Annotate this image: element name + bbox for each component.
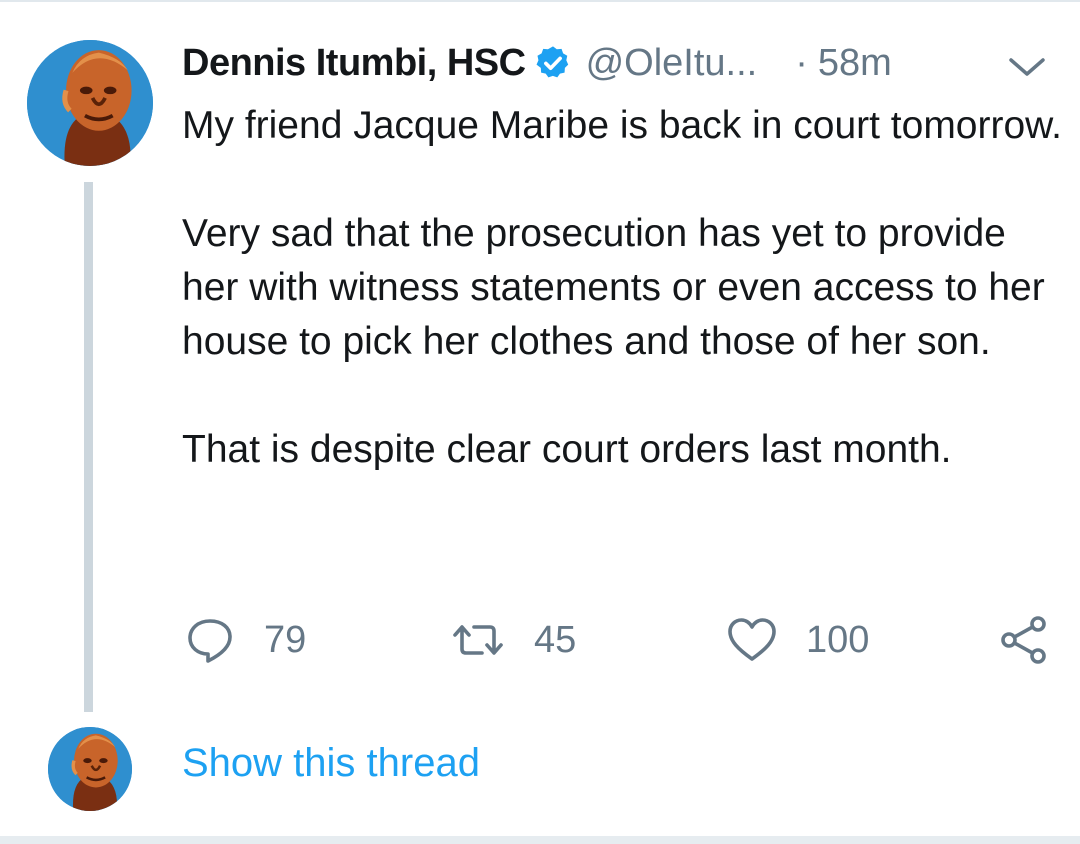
- author-display-name[interactable]: Dennis Itumbi, HSC: [182, 42, 526, 85]
- user-avatar-icon: [27, 40, 153, 166]
- author-avatar[interactable]: [27, 40, 153, 166]
- top-divider: [0, 0, 1080, 2]
- tweet-paragraph: That is despite clear court orders last …: [182, 428, 952, 471]
- like-button[interactable]: 100: [726, 612, 869, 668]
- tweet-body: My friend Jacque Maribe is back in court…: [182, 99, 1062, 477]
- reply-button[interactable]: 79: [184, 612, 306, 668]
- reply-icon: [188, 619, 232, 663]
- chevron-down-icon[interactable]: [1008, 56, 1046, 78]
- tweet-header: Dennis Itumbi, HSC @OleItu... · 58m: [182, 38, 1042, 88]
- thread-connector-line: [84, 182, 93, 712]
- tweet-paragraph: Very sad that the prosecution has yet to…: [182, 212, 1045, 363]
- tweet-actions: 79 45 100: [182, 612, 1052, 668]
- show-thread-link[interactable]: Show this thread: [182, 738, 480, 788]
- heart-icon: [728, 618, 776, 661]
- tweet-paragraph: My friend Jacque Maribe is back in court…: [182, 104, 1063, 147]
- retweet-button[interactable]: 45: [452, 612, 576, 668]
- reply-count: 79: [264, 618, 307, 661]
- retweet-icon: [453, 625, 503, 655]
- retweet-count: 45: [534, 618, 577, 661]
- like-count: 100: [806, 618, 870, 661]
- bottom-divider: [0, 836, 1080, 844]
- share-button[interactable]: [998, 612, 1050, 668]
- verified-badge-icon: [536, 46, 568, 78]
- user-avatar-icon: [48, 727, 132, 811]
- time-separator: ·: [795, 41, 808, 84]
- thread-author-avatar[interactable]: [48, 727, 132, 811]
- author-handle[interactable]: @OleItu...: [586, 42, 758, 85]
- share-icon: [1001, 616, 1046, 664]
- tweet-timestamp[interactable]: 58m: [818, 42, 892, 85]
